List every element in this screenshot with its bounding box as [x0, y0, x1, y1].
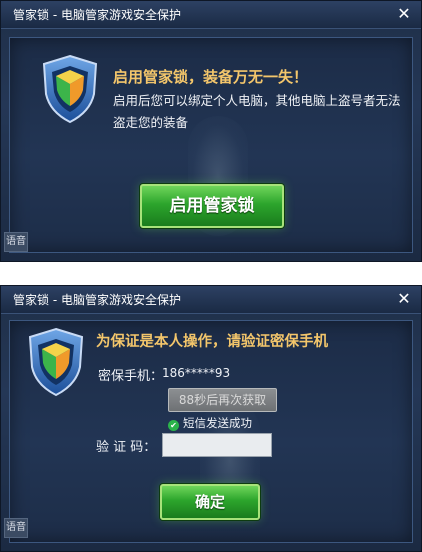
close-icon[interactable]: ✕: [395, 290, 413, 308]
enable-lock-button[interactable]: 启用管家锁: [140, 184, 284, 228]
dialog-title: 管家锁 - 电脑管家游戏安全保护: [13, 293, 181, 307]
confirm-button[interactable]: 确定: [160, 484, 260, 520]
sms-status-text: 短信发送成功: [183, 416, 252, 430]
resend-code-button[interactable]: 88秒后再次获取: [168, 388, 277, 412]
sms-status: ✔ 短信发送成功: [168, 415, 252, 431]
headline: 为保证是本人操作，请验证密保手机: [96, 334, 328, 350]
verify-phone-dialog: 管家锁 - 电脑管家游戏安全保护 ✕ 语音 为保证是本人操作，请验证密保手机 密…: [0, 285, 422, 552]
side-tab: 语音: [4, 232, 28, 252]
dialog-title-bar: 管家锁 - 电脑管家游戏安全保护: [1, 286, 421, 314]
enable-lock-dialog: 管家锁 - 电脑管家游戏安全保护 ✕ 语音 启用管家锁，装备万无一失！ 启用后您…: [0, 0, 422, 262]
dialog-title: 管家锁 - 电脑管家游戏安全保护: [13, 8, 181, 22]
side-tab: 语音: [4, 518, 28, 538]
shield-logo-icon: [28, 327, 84, 397]
shield-logo-icon: [42, 54, 98, 124]
close-icon[interactable]: ✕: [395, 5, 413, 23]
dialog-title-bar: 管家锁 - 电脑管家游戏安全保护: [1, 1, 421, 29]
check-icon: ✔: [168, 420, 179, 431]
phone-label: 密保手机：: [98, 369, 164, 384]
description-text: 启用后您可以绑定个人电脑，其他电脑上盗号者无法盗走您的装备: [113, 93, 401, 130]
content-panel: 语音 启用管家锁，装备万无一失！ 启用后您可以绑定个人电脑，其他电脑上盗号者无法…: [4, 37, 413, 253]
phone-number: 186*****93: [162, 366, 231, 380]
headline: 启用管家锁，装备万无一失！: [113, 68, 309, 86]
verification-code-input[interactable]: [162, 433, 272, 457]
content-panel: 语音 为保证是本人操作，请验证密保手机 密保手机： 186*****93 88秒…: [4, 320, 413, 543]
code-label: 验 证 码：: [96, 440, 157, 455]
